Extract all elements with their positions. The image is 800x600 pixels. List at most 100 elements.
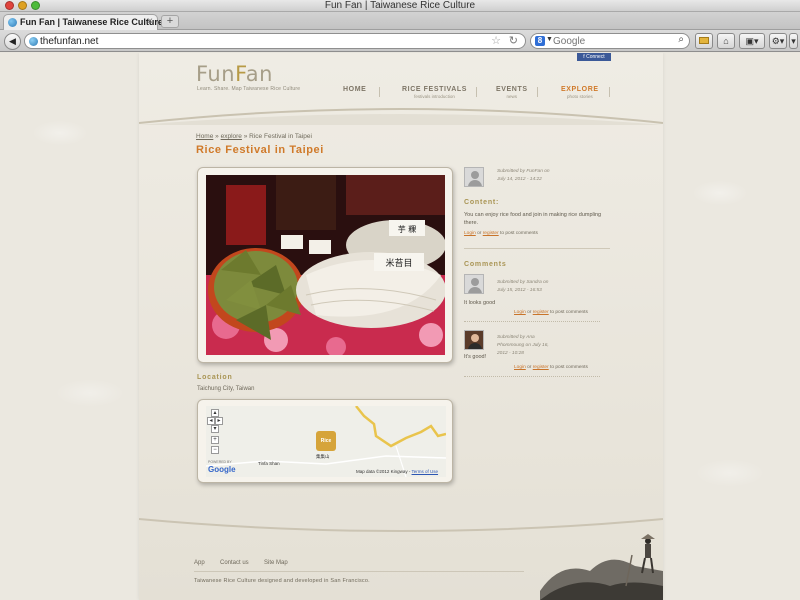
nav-explore-sub: photo stories: [566, 94, 593, 99]
comment-divider: [464, 376, 600, 377]
commenter-avatar[interactable]: [464, 330, 484, 350]
avatar-head: [471, 171, 479, 179]
comment-login-suffix: to post comments: [550, 310, 588, 315]
map-terms-link[interactable]: Terms of Use: [412, 469, 439, 474]
window-title: Fun Fan | Taiwanese Rice Culture: [324, 0, 476, 11]
location-map[interactable]: ▴ ◂ ▸ ▾ + − Rice Tinfa Shan 集集山 POWERED …: [206, 406, 446, 477]
comment-register-link[interactable]: register: [533, 310, 549, 315]
post-submitted-by: Submitted by FunFan on: [497, 169, 550, 174]
browser-tab[interactable]: Fun Fan | Taiwanese Rice Culture ×: [3, 14, 163, 30]
author-avatar[interactable]: [464, 167, 484, 187]
facebook-connect-button[interactable]: f Connect: [577, 53, 611, 61]
overflow-button[interactable]: ▾: [789, 33, 798, 49]
photo-frame: 米苔目 芋 粿: [197, 167, 453, 363]
reload-icon[interactable]: ↻: [509, 34, 518, 47]
nav-rice-festivals[interactable]: RICE FESTIVALS festivals introduction: [402, 86, 467, 99]
nav-home[interactable]: HOME: [343, 86, 366, 93]
avatar-body: [468, 180, 482, 186]
nav-rice-festivals-sub: festivals introduction: [414, 94, 455, 99]
post-login-link[interactable]: Login: [464, 231, 476, 236]
commenter-avatar[interactable]: [464, 274, 484, 294]
google-logo[interactable]: Google: [208, 465, 236, 474]
camera-icon: ▣▾: [745, 36, 759, 46]
avatar-head: [471, 278, 479, 286]
home-icon: ⌂: [723, 36, 729, 46]
breadcrumb-home-link[interactable]: Home: [196, 133, 213, 140]
comment-divider: [464, 321, 600, 322]
map-poi-label: Tinfa Shan: [258, 461, 280, 466]
location-text: Taichung City, Taiwan: [197, 386, 255, 392]
comment-login-or: or: [527, 310, 532, 315]
comment-login-or: or: [527, 365, 532, 370]
avatar-head: [471, 334, 479, 342]
home-button[interactable]: ⌂: [717, 33, 735, 49]
map-pan-down-button[interactable]: ▾: [211, 425, 219, 433]
new-tab-button[interactable]: +: [161, 15, 179, 28]
comment-text: It's good!: [464, 354, 487, 360]
content-heading: Content:: [464, 199, 500, 206]
chevron-down-icon: ▾: [791, 36, 796, 46]
tab-close-icon[interactable]: ×: [147, 16, 153, 27]
map-pan-left-button[interactable]: ◂: [207, 417, 215, 425]
nav-divider: [476, 87, 477, 97]
comment-submitted-by: Submitted by Ana: [497, 335, 535, 340]
comment-submitted-by: Phommoung on July 16,: [497, 343, 549, 348]
screenshot-button[interactable]: ▣▾: [739, 33, 765, 49]
map-zoom-out-button[interactable]: −: [211, 446, 219, 454]
map-powered-by: POWERED BY: [208, 460, 232, 464]
search-bar[interactable]: 8 ▼ ⌕: [530, 33, 690, 49]
map-poi-label: 集集山: [316, 454, 330, 459]
site-logo[interactable]: FunFan: [196, 62, 273, 86]
footer-link-sitemap[interactable]: Site Map: [264, 560, 288, 566]
post-register-link[interactable]: register: [483, 231, 499, 236]
url-text[interactable]: thefunfan.net: [40, 35, 98, 48]
footer-link-app[interactable]: App: [194, 560, 205, 566]
rice-dumpling-photo[interactable]: 米苔目 芋 粿: [206, 175, 445, 355]
comment-submitted-by: Submitted by Sandra on: [497, 280, 549, 285]
wrench-icon: ⚙▾: [771, 36, 785, 46]
header-divider-curve: [139, 108, 663, 125]
search-icon[interactable]: ⌕: [678, 34, 684, 45]
logo-text-f: F: [235, 62, 246, 86]
map-marker-icon[interactable]: Rice: [316, 431, 336, 451]
post-login-suffix: to post comments: [500, 231, 538, 236]
comment-login-link[interactable]: Login: [514, 310, 526, 315]
map-zoom-in-button[interactable]: +: [211, 436, 219, 444]
address-bar[interactable]: thefunfan.net ☆ ↻: [24, 33, 526, 49]
nav-divider: [609, 87, 610, 97]
breadcrumb-separator: »: [215, 133, 219, 140]
avatar-body: [468, 343, 482, 349]
globe-icon: [29, 37, 38, 46]
nav-divider: [537, 87, 538, 97]
browser-toolbar: ◀ thefunfan.net ☆ ↻ 8 ▼ ⌕ ⌂ ▣▾ ⚙▾ ▾: [0, 30, 800, 52]
footer-divider: [194, 571, 524, 572]
footer-credit: Taiwanese Rice Culture designed and deve…: [194, 578, 370, 584]
search-engine-icon[interactable]: 8: [535, 36, 545, 46]
footer-link-contact[interactable]: Contact us: [220, 560, 249, 566]
map-pan-up-button[interactable]: ▴: [211, 409, 219, 417]
breadcrumb-explore-link[interactable]: explore: [221, 133, 242, 140]
bookmark-star-icon[interactable]: ☆: [491, 34, 501, 47]
nav-explore[interactable]: EXPLORE photo stories: [561, 86, 599, 99]
map-pan-right-button[interactable]: ▸: [215, 417, 223, 425]
back-button[interactable]: ◀: [4, 33, 21, 50]
divider: [464, 248, 610, 249]
site-tagline: Learn. Share. Map Taiwanese Rice Culture: [197, 86, 301, 92]
page-title: Rice Festival in Taipei: [196, 144, 324, 156]
search-input[interactable]: [553, 35, 669, 47]
comment-login-line: Login or register to post comments: [514, 310, 588, 315]
chevron-down-icon[interactable]: ▼: [546, 36, 553, 43]
post-meta: Submitted by FunFan on July 14, 2012 - 1…: [497, 168, 550, 184]
notes-button[interactable]: [695, 33, 713, 49]
comment-login-link[interactable]: Login: [514, 365, 526, 370]
nav-events[interactable]: EVENTS news: [496, 86, 528, 99]
tab-label: Fun Fan | Taiwanese Rice Culture: [20, 17, 163, 27]
web-page: f Connect FunFan Learn. Share. Map Taiwa…: [0, 53, 800, 600]
avatar-body: [468, 287, 482, 293]
tools-button[interactable]: ⚙▾: [769, 33, 787, 49]
post-content-text: You can enjoy rice food and join in maki…: [464, 212, 602, 226]
comment-register-link[interactable]: register: [533, 365, 549, 370]
favicon-icon: [8, 18, 17, 27]
breadcrumb: Home » explore » Rice Festival in Taipei: [196, 133, 312, 140]
photo-sign-2: 芋 粿: [398, 224, 417, 234]
